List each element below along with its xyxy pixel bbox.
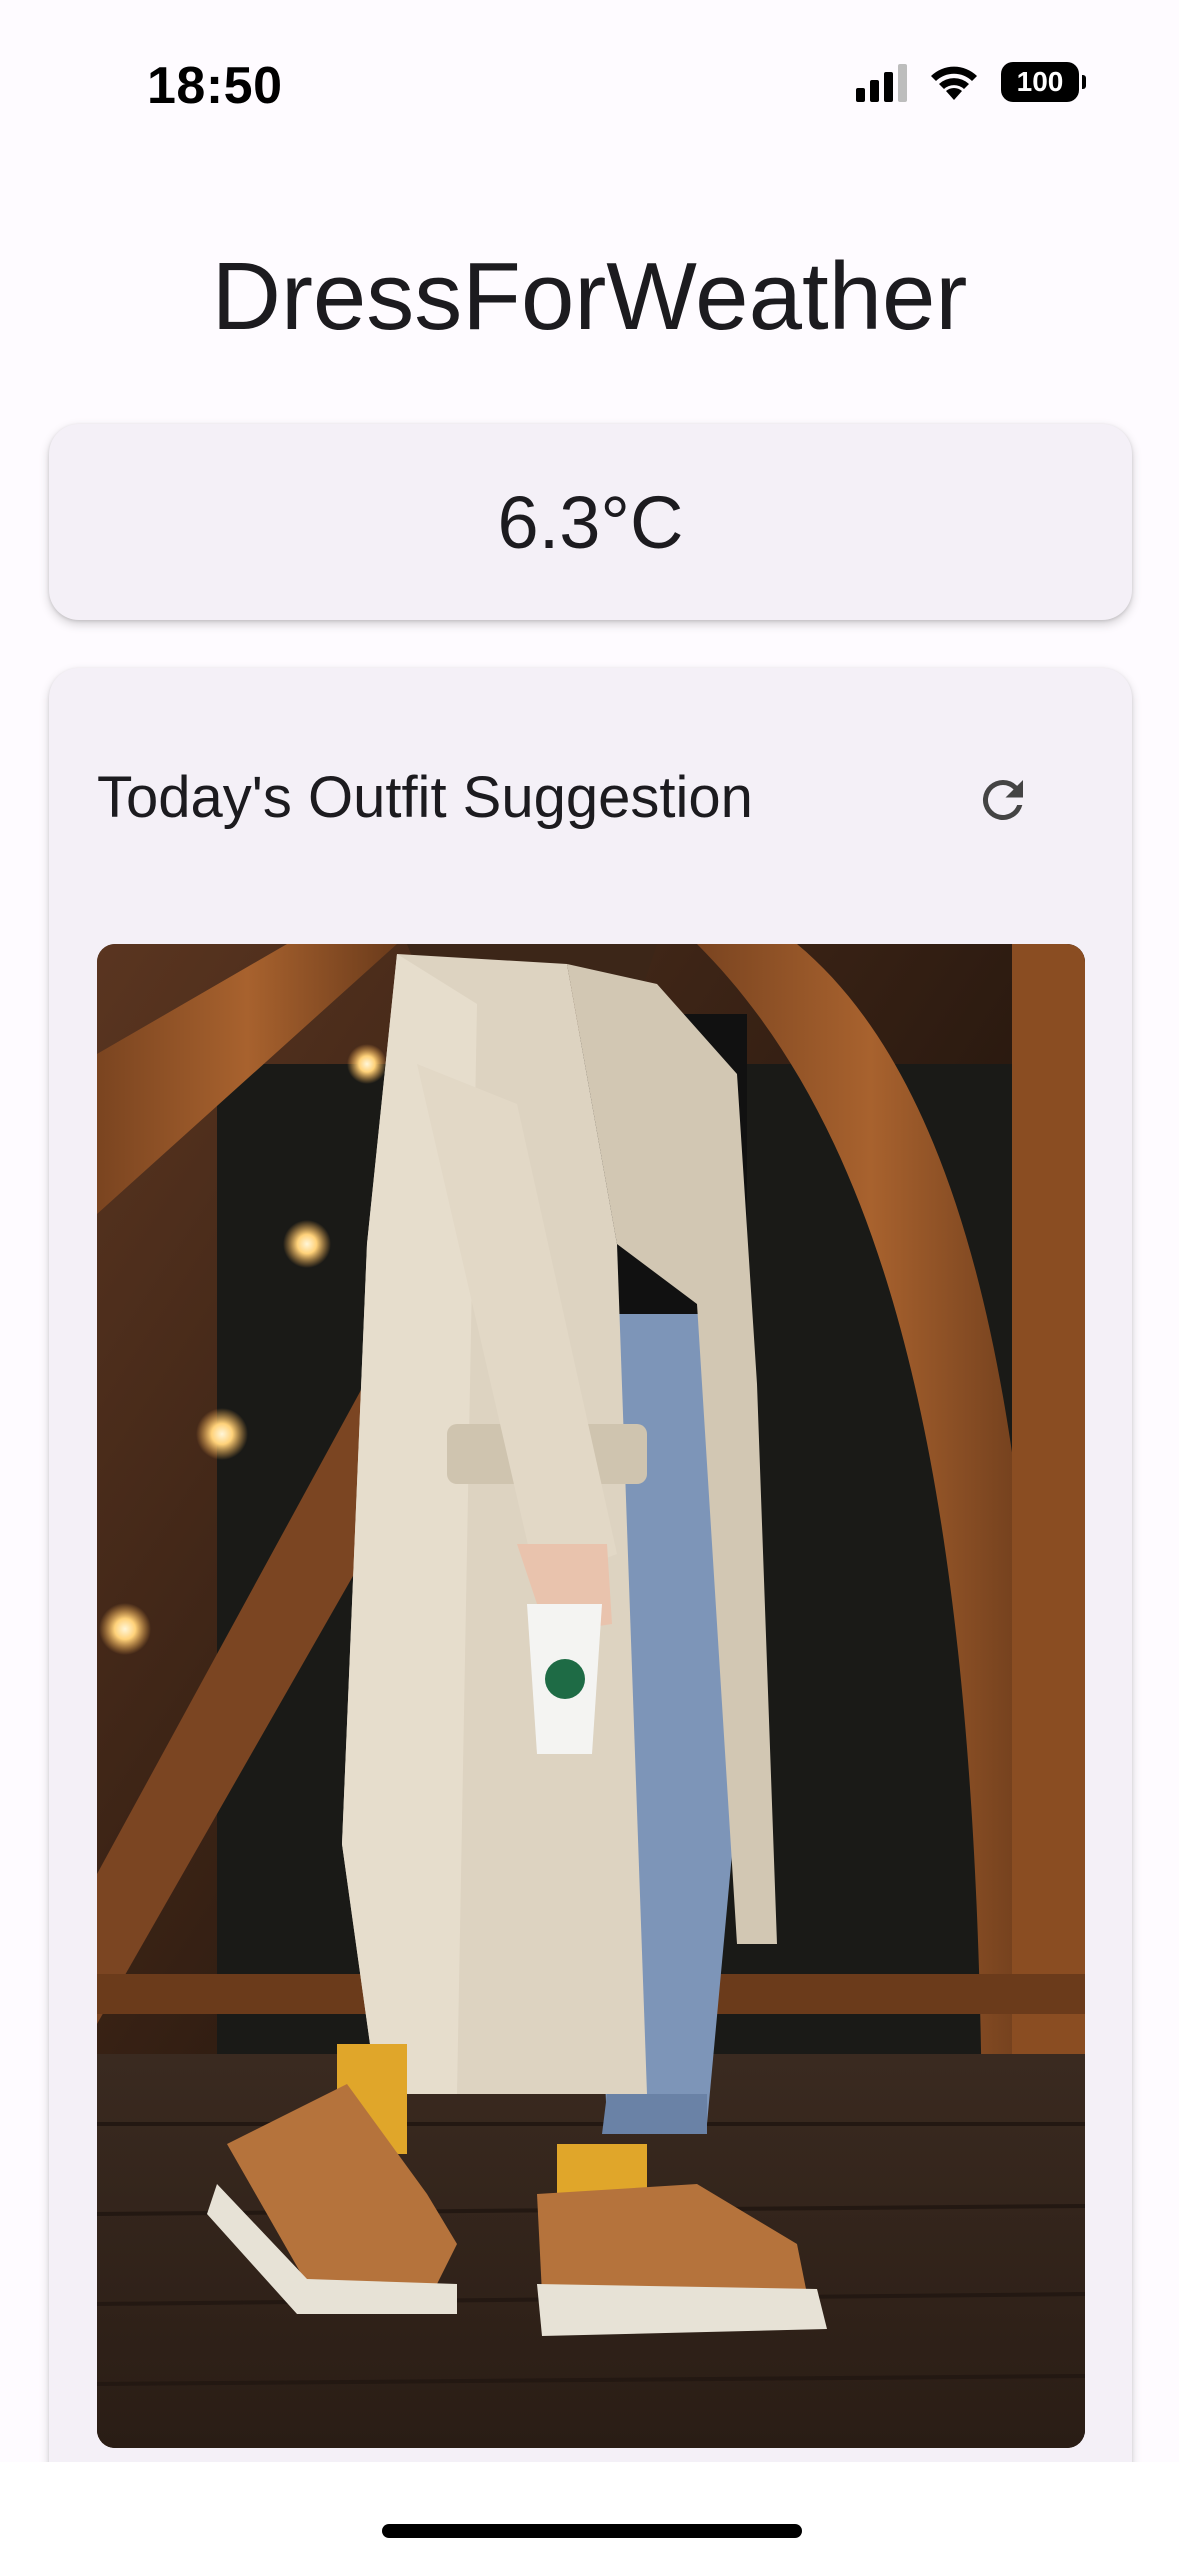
wifi-icon [931, 66, 977, 100]
battery-icon: 100 [1001, 62, 1086, 102]
home-indicator[interactable] [382, 2524, 802, 2538]
status-icons: 100 [856, 62, 1086, 102]
outfit-suggestion-card: Today's Outfit Suggestion [49, 668, 1132, 2556]
status-bar: 18:50 100 [0, 0, 1179, 170]
cellular-signal-icon [856, 62, 907, 102]
outfit-photo [97, 944, 1085, 2448]
outfit-suggestion-title: Today's Outfit Suggestion [97, 765, 753, 830]
app-screen: 18:50 100 DressForWeather 6.3°C Today's … [0, 0, 1179, 2556]
temperature-card: 6.3°C [49, 424, 1132, 620]
battery-level: 100 [1016, 66, 1064, 97]
bottom-bar [0, 2462, 1179, 2556]
app-title: DressForWeather [211, 243, 968, 350]
refresh-icon [982, 779, 1023, 820]
status-time: 18:50 [147, 57, 283, 115]
refresh-button[interactable] [953, 750, 1053, 850]
temperature-value: 6.3°C [497, 480, 684, 564]
